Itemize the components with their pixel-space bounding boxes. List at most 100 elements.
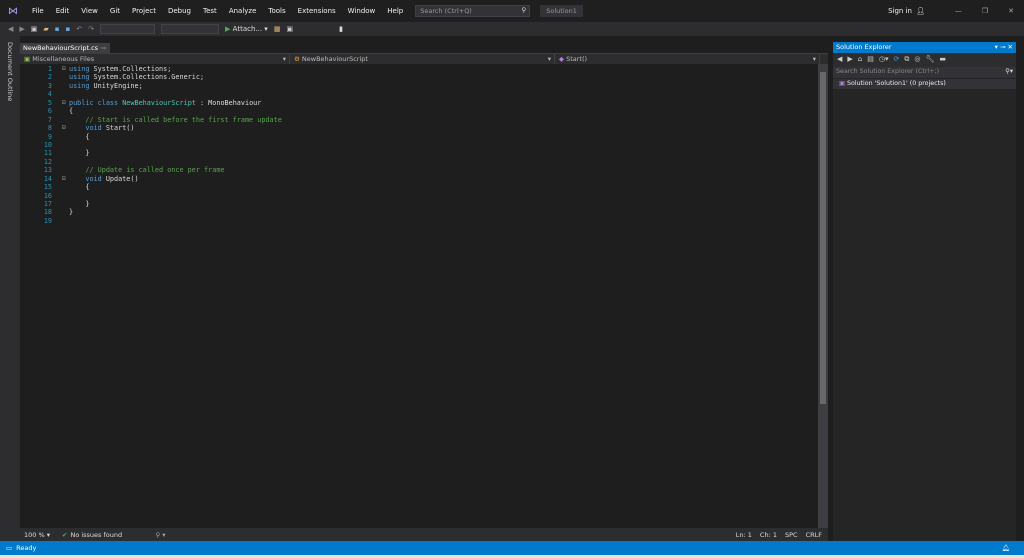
menu-tools[interactable]: Tools <box>262 7 291 15</box>
properties-icon[interactable]: 🔧︎ <box>925 55 934 65</box>
history-icon[interactable]: ◷▾ <box>879 55 889 65</box>
maximize-button[interactable]: ❐ <box>982 7 988 15</box>
pin-icon[interactable]: ⊸ <box>1000 43 1005 51</box>
pin-icon[interactable]: ⊸ <box>100 44 105 52</box>
new-project-icon[interactable]: ▣ <box>31 25 38 33</box>
code-line[interactable]: 8 void Start() <box>20 124 810 132</box>
close-button[interactable]: ✕ <box>1008 7 1014 15</box>
menu-view[interactable]: View <box>75 7 104 15</box>
code-line[interactable]: 14 void Update() <box>20 175 810 183</box>
project-dropdown[interactable]: ▣ Miscellaneous Files ▾ <box>20 54 290 64</box>
line-number[interactable]: Ln: 1 <box>736 531 752 539</box>
close-panel-icon[interactable]: ✕ <box>1008 43 1013 51</box>
document-outline-tab[interactable]: Document Outline <box>6 42 14 101</box>
code-text: using System.Collections; <box>69 65 172 73</box>
bookmark-icon[interactable]: ▮ <box>339 25 343 33</box>
configuration-dropdown[interactable] <box>100 24 156 34</box>
minimize-button[interactable]: — <box>955 7 962 15</box>
line-number: 15 <box>43 183 52 192</box>
scrollbar-thumb[interactable] <box>820 72 826 404</box>
code-line[interactable]: 12 <box>20 158 810 166</box>
attach-button[interactable]: ▶ Attach... ▾ <box>225 25 268 33</box>
home-icon[interactable]: ⌂ <box>858 55 862 65</box>
zoom-dropdown[interactable]: 100 % ▾ <box>20 531 62 539</box>
menu-file[interactable]: File <box>26 7 50 15</box>
collapse-icon[interactable]: ⧉ <box>904 55 909 65</box>
menu-analyze[interactable]: Analyze <box>223 7 263 15</box>
right-strip <box>1016 36 1024 541</box>
code-line[interactable]: 3 using UnityEngine; <box>20 82 810 90</box>
menu-project[interactable]: Project <box>126 7 162 15</box>
code-line[interactable]: 2 using System.Collections.Generic; <box>20 73 810 81</box>
menu-git[interactable]: Git <box>104 7 126 15</box>
save-all-icon[interactable]: ▪ <box>66 25 71 33</box>
code-line[interactable]: 15 { <box>20 183 810 191</box>
code-line[interactable]: 7 // Start is called before the first fr… <box>20 116 810 124</box>
account-icon[interactable]: 👤︎ <box>916 7 925 15</box>
preview-icon[interactable]: ▬ <box>939 55 946 65</box>
menu-test[interactable]: Test <box>197 7 223 15</box>
forward-icon[interactable]: ▶ <box>19 25 24 33</box>
forward-icon[interactable]: ▶ <box>847 55 852 65</box>
menu-extensions[interactable]: Extensions <box>292 7 342 15</box>
code-line[interactable]: 16 <box>20 192 810 200</box>
solution-node[interactable]: ▣ Solution 'Solution1' (0 projects) <box>833 79 1016 89</box>
line-number: 2 <box>47 73 52 82</box>
menu-window[interactable]: Window <box>342 7 382 15</box>
save-icon[interactable]: ▪ <box>55 25 60 33</box>
line-number: 13 <box>43 166 52 175</box>
back-icon[interactable]: ◀ <box>837 55 842 65</box>
collapse-toggle-icon[interactable]: ⊟ <box>62 99 66 107</box>
type-dropdown[interactable]: ⚙ NewBehaviourScript ▾ <box>290 54 555 64</box>
issues-indicator[interactable]: No issues found <box>70 531 155 539</box>
method-icon: ◆ <box>559 55 564 63</box>
tab-newbehaviourscript[interactable]: NewBehaviourScript.cs ⊸ ✕ <box>20 43 110 60</box>
redo-icon[interactable]: ↷ <box>88 25 94 33</box>
toolbar: ◀ ▶ ▣ ▰ ▪ ▪ ↶ ↷ ▶ Attach... ▾ ▦ ▣ ▮ <box>0 22 1024 36</box>
vs-logo-icon: ⋈ <box>8 5 18 17</box>
code-line[interactable]: 11 } <box>20 149 810 157</box>
menu-edit[interactable]: Edit <box>50 7 76 15</box>
code-line[interactable]: 10 <box>20 141 810 149</box>
menu-help[interactable]: Help <box>381 7 409 15</box>
line-ending[interactable]: CRLF <box>806 531 822 539</box>
screenshot-icon[interactable]: ▣ <box>286 25 293 33</box>
platform-dropdown[interactable] <box>161 24 220 34</box>
member-dropdown[interactable]: ◆ Start() ▾ <box>555 54 820 64</box>
code-text: using System.Collections.Generic; <box>69 73 205 82</box>
sign-in-button[interactable]: Sign in <box>888 7 912 15</box>
search-icon: ⚲▾ <box>1005 68 1013 75</box>
collapse-toggle-icon[interactable]: ⊟ <box>62 175 66 183</box>
search-input[interactable]: Search (Ctrl+Q) ⚲ <box>415 5 531 17</box>
switch-views-icon[interactable]: ▤ <box>867 55 874 65</box>
whitespace-mode[interactable]: SPC <box>785 531 798 539</box>
collapse-toggle-icon[interactable]: ⊟ <box>62 65 66 73</box>
code-line[interactable]: 18} <box>20 208 810 216</box>
code-cleanup-icon[interactable]: ⚲ ▾ <box>155 531 165 539</box>
code-line[interactable]: 9 { <box>20 133 810 141</box>
code-editor[interactable]: 1 using System.Collections; 2 using System.… <box>20 64 818 528</box>
notifications-icon[interactable]: 🔔︎ <box>1002 544 1010 552</box>
show-all-icon[interactable]: ◎ <box>914 55 920 65</box>
code-text: { <box>69 107 74 116</box>
undo-icon[interactable]: ↶ <box>76 25 82 33</box>
code-line[interactable]: 4 <box>20 90 810 98</box>
code-line[interactable]: 1 using System.Collections; <box>20 65 810 73</box>
code-line[interactable]: 19 <box>20 217 810 225</box>
code-text: void Update() <box>85 174 139 183</box>
code-line[interactable]: 13 // Update is called once per frame <box>20 166 810 174</box>
line-number: 8 <box>47 124 52 133</box>
menu-debug[interactable]: Debug <box>162 7 197 15</box>
open-icon[interactable]: ▰ <box>43 25 48 33</box>
code-line[interactable]: 17 } <box>20 200 810 208</box>
code-text: } <box>69 149 90 158</box>
code-line[interactable]: 6{ <box>20 107 810 115</box>
collapse-toggle-icon[interactable]: ⊟ <box>62 124 66 132</box>
dropdown-icon[interactable]: ▾ <box>995 43 998 51</box>
sync-icon[interactable]: ⟳ <box>893 55 899 65</box>
browse-icon[interactable]: ▦ <box>274 25 281 33</box>
code-line[interactable]: 5 public class NewBehaviourScript : MonoB… <box>20 99 810 107</box>
solution-search-input[interactable]: Search Solution Explorer (Ctrl+;) ⚲▾ <box>833 67 1016 78</box>
column-number[interactable]: Ch: 1 <box>760 531 777 539</box>
back-icon[interactable]: ◀ <box>8 25 13 33</box>
